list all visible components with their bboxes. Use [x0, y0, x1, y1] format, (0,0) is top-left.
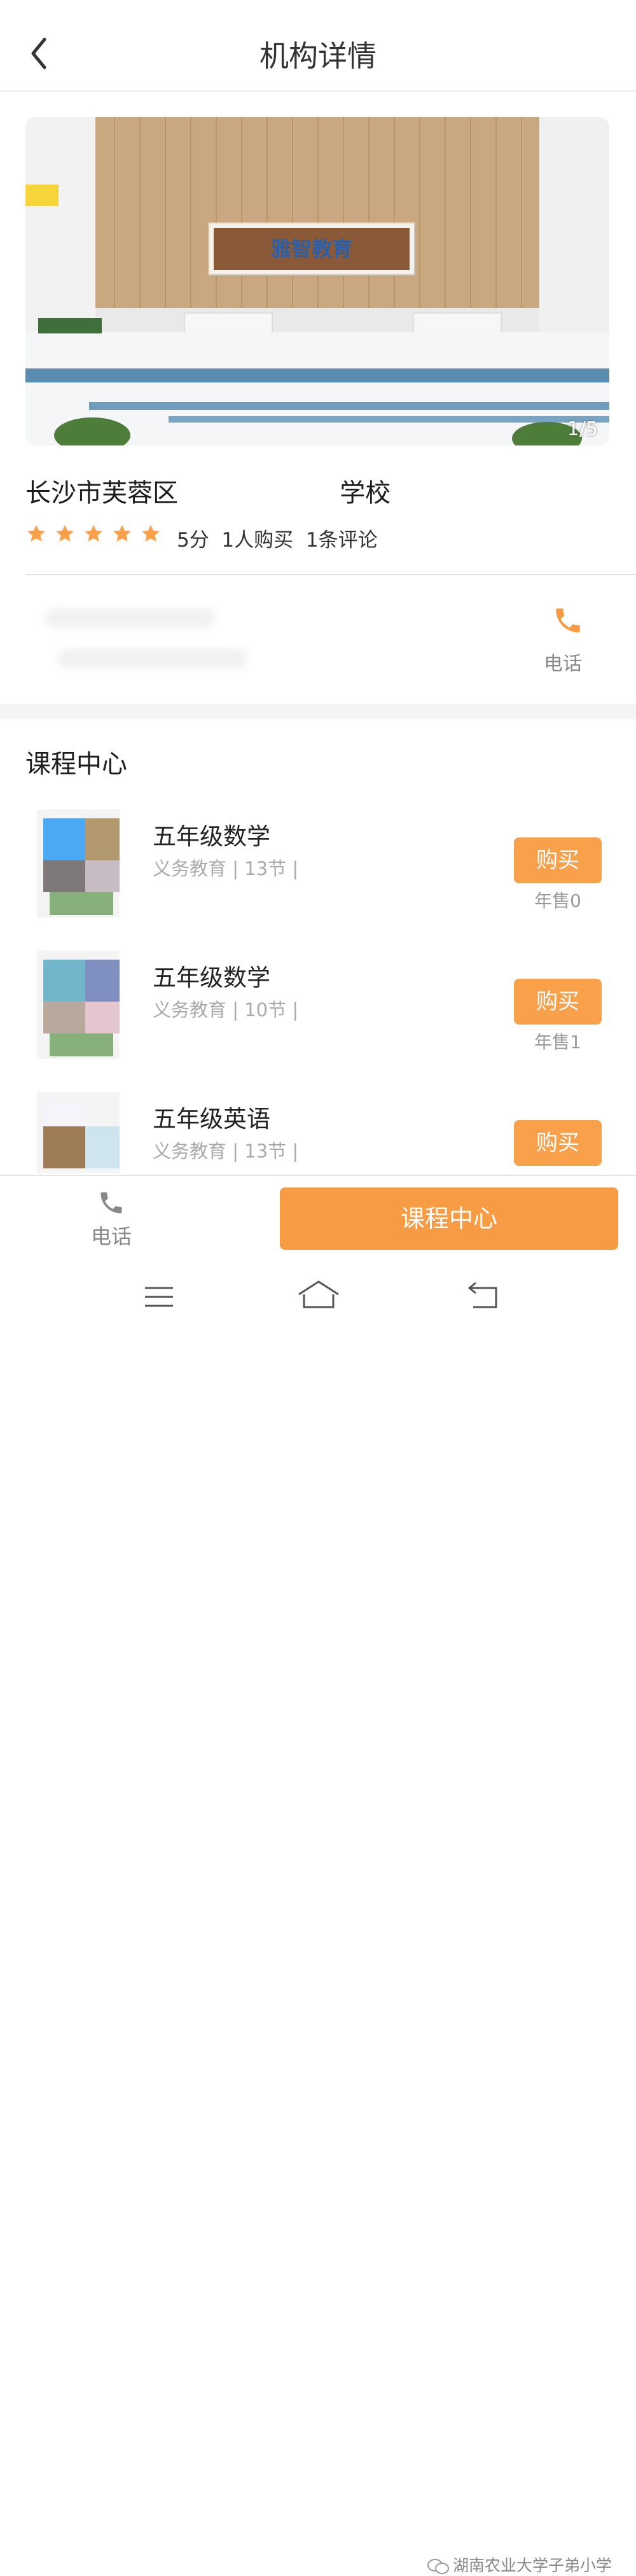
bottom-action-bar: 电话 课程中心 — [0, 1175, 636, 1260]
course-item[interactable]: 五年级数学 义务教育 | 10节 | 购买 年售1 — [0, 951, 636, 1078]
menu-icon[interactable] — [143, 1284, 175, 1310]
section-separator — [0, 704, 636, 719]
course-meta: 义务教育 | 10节 | — [153, 999, 299, 1021]
course-title: 五年级数学 — [153, 823, 270, 850]
svg-text:雅智教育: 雅智教育 — [271, 237, 352, 261]
bottom-phone-button[interactable]: 电话 — [83, 1189, 140, 1250]
star-icon — [142, 524, 160, 542]
course-item[interactable]: 五年级数学 义务教育 | 13节 | 购买 年售0 — [0, 809, 636, 937]
course-thumbnail — [37, 809, 120, 918]
top-header: 机构详情 — [0, 0, 636, 92]
rating-stars — [25, 523, 169, 549]
divider — [25, 574, 636, 575]
back-nav-icon[interactable] — [467, 1279, 502, 1311]
home-icon[interactable] — [296, 1279, 341, 1311]
course-center-button[interactable]: 课程中心 — [280, 1187, 618, 1250]
watermark-text: 湖南农业大学子弟小学 — [453, 2556, 612, 2575]
page-title: 机构详情 — [259, 39, 377, 73]
course-meta: 义务教育 | 13节 | — [153, 1140, 299, 1162]
phone-icon[interactable] — [552, 605, 584, 636]
course-title: 五年级英语 — [153, 1105, 270, 1133]
phone-label[interactable]: 电话 — [544, 648, 582, 676]
course-thumbnail — [37, 1092, 120, 1173]
wechat-watermark: 湖南农业大学子弟小学 — [427, 2553, 612, 2576]
system-nav-bar: 湖南农业大学子弟小学 — [0, 1260, 636, 2575]
bottom-phone-label: 电话 — [90, 1224, 132, 1249]
section-title: 课程中心 — [25, 750, 127, 779]
institution-name: 长沙市芙蓉区 学校 — [25, 479, 391, 508]
carousel-counter: 1/5 — [567, 418, 598, 440]
buy-button[interactable]: 购买 — [514, 1120, 602, 1166]
wechat-icon — [427, 2559, 449, 2574]
annual-sales: 年售1 — [534, 1032, 581, 1053]
course-meta: 义务教育 | 13节 | — [153, 858, 299, 879]
star-icon — [56, 524, 74, 542]
course-item[interactable]: 五年级英语 义务教育 | 13节 | 购买 — [0, 1092, 636, 1173]
annual-sales: 年售0 — [534, 890, 581, 911]
institution-photo-carousel[interactable]: 雅智教育 1/5 — [25, 117, 609, 445]
star-icon — [27, 524, 45, 542]
course-thumbnail — [37, 951, 120, 1059]
buy-button[interactable]: 购买 — [514, 979, 602, 1025]
phone-icon — [100, 1192, 122, 1214]
address-redacted — [25, 605, 293, 675]
buy-button[interactable]: 购买 — [514, 837, 602, 883]
rating-summary: 5分 1人购买 1条评论 — [177, 529, 378, 552]
star-icon — [113, 524, 131, 542]
course-title: 五年级数学 — [153, 964, 270, 991]
star-icon — [85, 524, 102, 542]
reception-photo: 雅智教育 — [25, 117, 609, 445]
